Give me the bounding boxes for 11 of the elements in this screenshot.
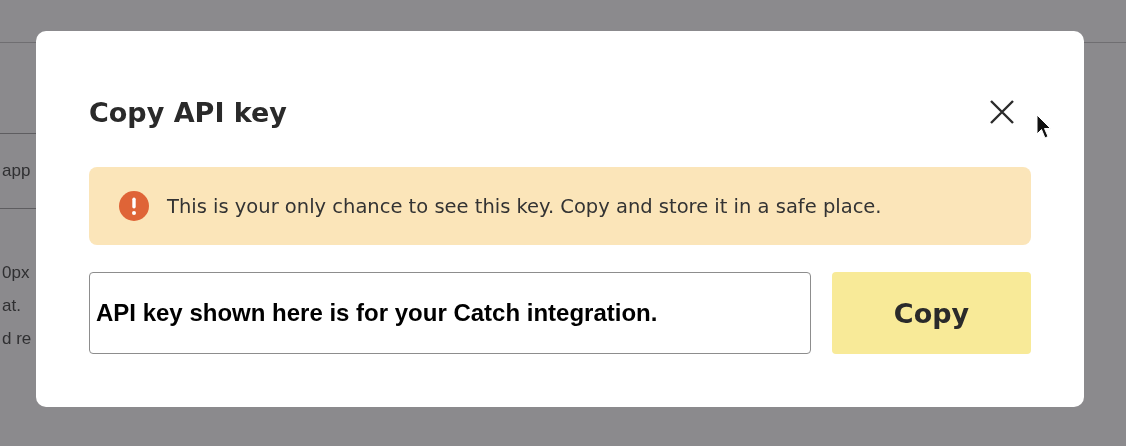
exclamation-icon <box>119 191 149 221</box>
dialog-title: Copy API key <box>89 96 287 128</box>
background-text: app <box>1 160 32 182</box>
warning-text: This is your only chance to see this key. Copy and store it in a safe place. <box>167 194 882 218</box>
copy-button[interactable]: Copy <box>832 272 1031 354</box>
background-text: d re <box>1 328 33 350</box>
cursor-icon <box>1036 114 1052 140</box>
close-button[interactable] <box>989 99 1015 125</box>
background-text: at. <box>1 295 22 317</box>
background-text: 0px <box>1 262 31 284</box>
api-key-field[interactable]: API key shown here is for your Catch integration. <box>89 272 811 354</box>
